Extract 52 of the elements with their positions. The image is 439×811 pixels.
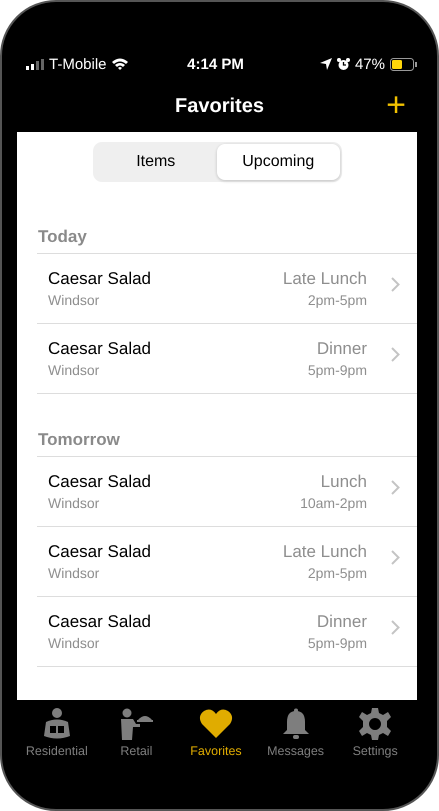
- tab-bar-item[interactable]: Retail: [96, 700, 176, 766]
- meal-name: Dinner: [316, 339, 367, 359]
- add-button[interactable]: +: [386, 90, 406, 120]
- meal-hours: 2pm-5pm: [308, 292, 367, 308]
- chevron-icon: [391, 550, 400, 565]
- list-row[interactable]: Caesar Salad Windsor Late Lunch 2pm-5pm: [37, 527, 417, 597]
- meal-hours: 10am-2pm: [300, 495, 367, 511]
- alarm-clock-icon: [336, 58, 350, 70]
- meal-hours: 5pm-9pm: [308, 635, 367, 651]
- section-header: Today: [37, 227, 87, 247]
- location-arrow-icon: [320, 58, 332, 70]
- item-name: Caesar Salad: [48, 269, 152, 289]
- list-row[interactable]: Caesar Salad Windsor Dinner 5pm-9pm: [37, 597, 417, 667]
- carrier-name: T-Mobile: [49, 56, 107, 72]
- meal-hours: 5pm-9pm: [308, 362, 367, 378]
- item-location: Windsor: [48, 495, 100, 511]
- battery-icon: [390, 58, 417, 70]
- section-header: Tomorrow: [37, 430, 120, 450]
- tab-bar-item[interactable]: Favorites: [176, 700, 256, 766]
- item-location: Windsor: [48, 362, 100, 378]
- segment-tab[interactable]: Upcoming: [217, 144, 340, 180]
- chevron-icon: [391, 480, 400, 495]
- item-name: Caesar Salad: [48, 472, 152, 492]
- tab-bar-item[interactable]: Messages: [256, 700, 336, 766]
- meal-name: Dinner: [316, 612, 367, 632]
- list-row[interactable]: Caesar Salad Windsor Lunch 10am-2pm: [37, 457, 417, 527]
- meal-hours: 2pm-5pm: [308, 565, 367, 581]
- tab-bar-item[interactable]: Residential: [17, 700, 97, 766]
- signal-icon: [26, 58, 44, 70]
- clock-time: 4:14 PM: [186, 56, 245, 72]
- list-row[interactable]: Caesar Salad Windsor Late Lunch 2pm-5pm: [37, 254, 417, 324]
- meal-name: Late Lunch: [282, 542, 367, 562]
- tab-bar-item[interactable]: Settings: [335, 700, 415, 766]
- segment-tab[interactable]: Items: [94, 144, 217, 180]
- item-name: Caesar Salad: [48, 612, 152, 632]
- heart-icon: [198, 708, 233, 740]
- meal-name: Late Lunch: [282, 269, 367, 289]
- waiter-icon: [119, 708, 154, 740]
- chevron-icon: [391, 620, 400, 635]
- wifi-icon: [112, 58, 128, 70]
- settings-icon: [358, 708, 392, 740]
- item-location: Windsor: [48, 565, 100, 581]
- chevron-icon: [391, 277, 400, 292]
- list-row[interactable]: Caesar Salad Windsor Dinner 5pm-9pm: [37, 324, 417, 394]
- item-location: Windsor: [48, 292, 100, 308]
- chevron-icon: [391, 347, 400, 362]
- item-name: Caesar Salad: [48, 339, 152, 359]
- item-location: Windsor: [48, 635, 100, 651]
- meal-name: Lunch: [320, 472, 367, 492]
- screen-title: Favorites: [175, 94, 264, 118]
- battery-percent: 47%: [354, 56, 385, 72]
- item-name: Caesar Salad: [48, 542, 152, 562]
